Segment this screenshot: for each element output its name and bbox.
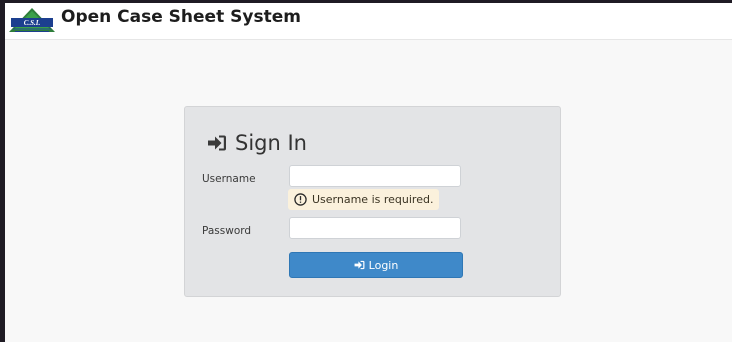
- logo-text: C.S.I.: [24, 19, 41, 27]
- sign-in-icon: [208, 135, 226, 151]
- sign-in-icon: [354, 260, 365, 270]
- login-panel: Sign In Username Username is required. P…: [184, 106, 561, 297]
- browser-viewport: C.S.I. Open Case Sheet System Sign In Us…: [5, 3, 732, 342]
- password-label: Password: [202, 225, 252, 237]
- username-error-text: Username is required.: [312, 193, 434, 206]
- username-input[interactable]: [289, 165, 461, 187]
- exclamation-circle-icon: [294, 193, 307, 206]
- login-button-label: Login: [368, 258, 399, 272]
- username-label: Username: [202, 173, 256, 185]
- username-error-message: Username is required.: [288, 189, 440, 210]
- csi-logo: C.S.I.: [9, 8, 55, 32]
- login-button[interactable]: Login: [289, 252, 463, 278]
- header-bar: C.S.I. Open Case Sheet System: [5, 3, 732, 40]
- panel-heading: Sign In: [207, 131, 307, 155]
- password-input[interactable]: [289, 217, 461, 239]
- app-title: Open Case Sheet System: [61, 7, 301, 27]
- panel-title: Sign In: [235, 131, 307, 155]
